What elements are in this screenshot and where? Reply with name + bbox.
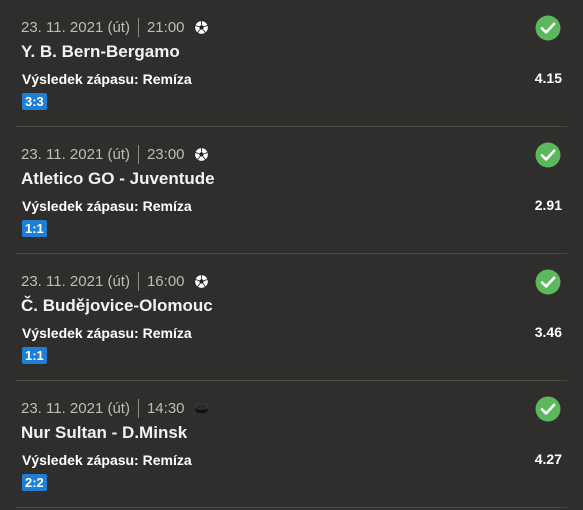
match-name: Č. Budějovice-Olomouc <box>21 296 213 315</box>
soccer-ball-icon <box>193 19 209 35</box>
divider <box>16 507 567 508</box>
meta-separator <box>137 144 139 164</box>
market-selection: Výsledek zápasu: Remíza <box>22 452 192 468</box>
match-name: Nur Sultan - D.Minsk <box>21 423 188 442</box>
odds-value: 2.91 <box>534 197 562 213</box>
soccer-ball-icon <box>193 146 209 162</box>
match-date: 23. 11. 2021 (út) <box>21 145 130 163</box>
bet-item[interactable]: 23. 11. 2021 (út) 16:00 Č. Budějovice-Ol… <box>0 254 583 381</box>
match-name: Y. B. Bern-Bergamo <box>21 42 180 61</box>
match-time: 21:00 <box>146 18 185 36</box>
bet-meta: 23. 11. 2021 (út) 16:00 <box>21 271 209 291</box>
check-circle-icon <box>535 142 561 168</box>
bet-item[interactable]: 23. 11. 2021 (út) 21:00 Y. B. Bern-Berga… <box>0 0 583 127</box>
match-date: 23. 11. 2021 (út) <box>21 399 130 417</box>
match-time: 14:30 <box>146 399 185 417</box>
market-selection: Výsledek zápasu: Remíza <box>22 325 192 341</box>
check-circle-icon <box>535 269 561 295</box>
meta-separator <box>137 271 139 291</box>
odds-value: 4.15 <box>534 70 562 86</box>
bet-meta: 23. 11. 2021 (út) 23:00 <box>21 144 209 164</box>
match-time: 16:00 <box>146 272 185 290</box>
odds-value: 4.27 <box>534 451 562 467</box>
match-name: Atletico GO - Juventude <box>21 169 215 188</box>
bet-item[interactable]: 23. 11. 2021 (út) 14:30 Nur Sultan - D.M… <box>0 381 583 508</box>
meta-separator <box>137 17 139 37</box>
score-badge: 2:2 <box>22 474 47 491</box>
soccer-ball-icon <box>193 273 209 289</box>
meta-separator <box>137 398 139 418</box>
score-badge: 1:1 <box>22 220 47 237</box>
score-badge: 1:1 <box>22 347 47 364</box>
market-selection: Výsledek zápasu: Remíza <box>22 71 192 87</box>
odds-value: 3.46 <box>534 324 562 340</box>
score-badge: 3:3 <box>22 93 47 110</box>
check-circle-icon <box>535 396 561 422</box>
bet-meta: 23. 11. 2021 (út) 21:00 <box>21 17 209 37</box>
bet-list: 23. 11. 2021 (út) 21:00 Y. B. Bern-Berga… <box>0 0 583 510</box>
bet-meta: 23. 11. 2021 (út) 14:30 <box>21 398 209 418</box>
match-time: 23:00 <box>146 145 185 163</box>
hockey-puck-icon <box>194 401 209 416</box>
match-date: 23. 11. 2021 (út) <box>21 272 130 290</box>
match-date: 23. 11. 2021 (út) <box>21 18 130 36</box>
bet-item[interactable]: 23. 11. 2021 (út) 23:00 Atletico GO - Ju… <box>0 127 583 254</box>
check-circle-icon <box>535 15 561 41</box>
market-selection: Výsledek zápasu: Remíza <box>22 198 192 214</box>
